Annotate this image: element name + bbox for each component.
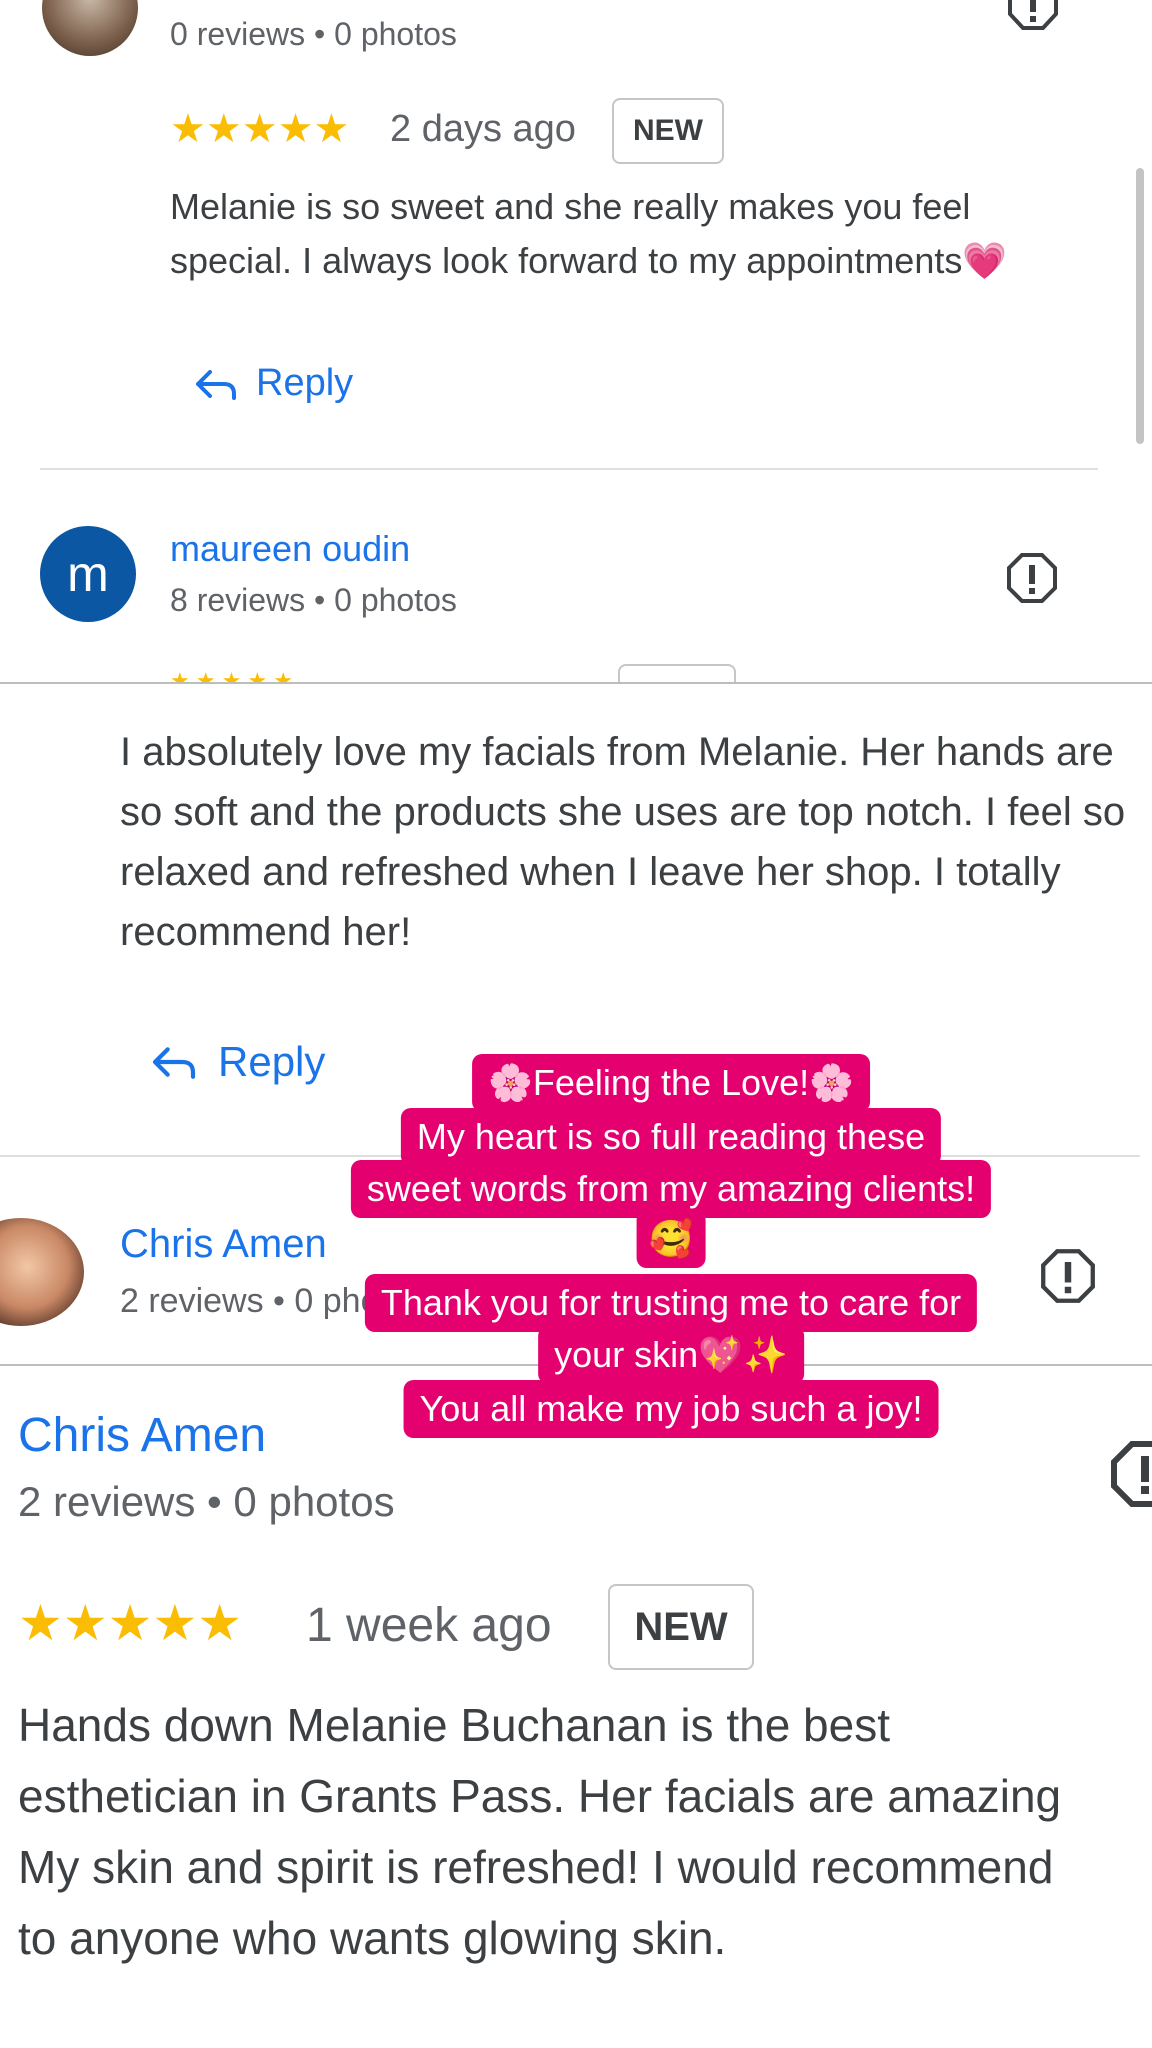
report-icon[interactable] [1006,552,1058,604]
reply-icon [152,1047,196,1079]
star-rating: ★★★★★ [18,1595,243,1651]
reply-label: Reply [218,1038,326,1085]
review-text-line: Hands down Melanie Buchanan is the best [18,1699,891,1751]
review-date: 1 week ago [306,1599,552,1652]
reply-button[interactable]: Reply [194,362,353,405]
review-text: I absolutely love my facials from Melani… [120,730,1126,954]
review-text: Melanie is so sweet and she really makes… [170,186,1008,281]
sticker-line: Thank you for trusting me to care for [364,1274,978,1332]
report-icon[interactable] [1040,1248,1096,1304]
panel-separator [0,682,1152,684]
reviewer-name[interactable]: Chris Amen [120,1222,327,1267]
sticker-line: You all make my job such a joy! [403,1380,939,1438]
review-text: Hands down Melanie Buchanan is the best … [18,1690,1152,1974]
divider [40,468,1098,470]
sticker-line: 🥰 [636,1210,706,1268]
review-text-line: esthetician in Grants Pass. Her facials … [18,1770,1062,1822]
reply-label: Reply [256,362,354,404]
reviewer-meta: 0 reviews • 0 photos [170,16,457,52]
sticker-line: 🌸Feeling the Love!🌸 [472,1054,870,1112]
avatar[interactable]: m [40,526,136,622]
star-rating: ★★★★★ [170,107,350,151]
scrollbar[interactable] [1136,168,1144,444]
reviewer-name[interactable]: maureen oudin [170,528,410,570]
reply-button[interactable]: Reply [150,1038,325,1086]
report-icon[interactable] [1110,1440,1152,1508]
new-badge: NEW [612,98,724,164]
review-text-line: My skin and spirit is refreshed! I would… [18,1841,1054,1893]
new-badge-peek [618,664,736,682]
review-date: 2 days ago [390,108,576,150]
review-text-line: to anyone who wants glowing skin. [18,1912,727,1964]
review-panel-small: 0 reviews • 0 photos ★★★★★ 2 days ago NE… [0,0,1152,682]
reply-icon [196,369,236,400]
avatar[interactable] [0,1218,84,1326]
reviewer-meta: 2 reviews • 0 photos [18,1478,395,1525]
reviewer-name[interactable]: Chris Amen [18,1408,266,1463]
star-rating-peek: ★ ★ ★ ★ ★ [170,668,294,682]
avatar[interactable] [42,0,138,56]
new-badge: NEW [608,1584,754,1670]
report-icon[interactable] [1008,0,1058,36]
sticker-line: your skin💖✨ [538,1326,804,1384]
sticker-line: My heart is so full reading these [400,1108,942,1166]
reviewer-meta: 8 reviews • 0 photos [170,582,457,618]
